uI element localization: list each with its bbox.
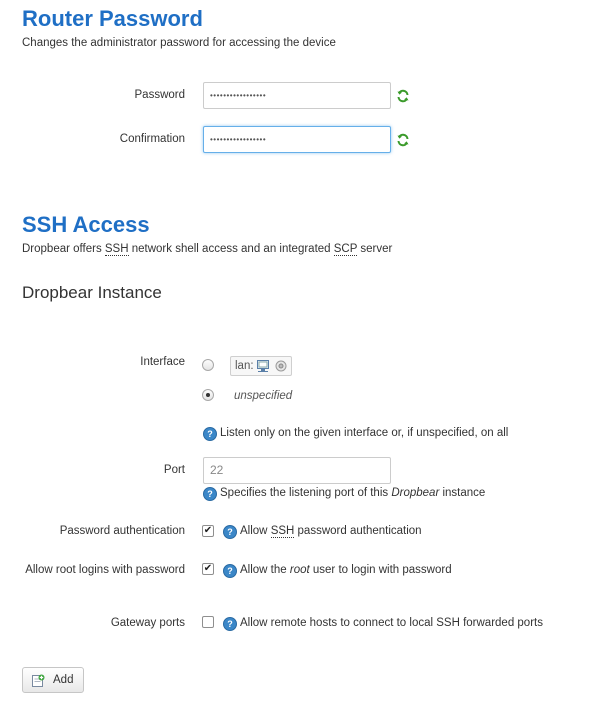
password-auth-ssh-abbr: SSH [270, 525, 295, 538]
password-auth-checkbox[interactable]: ✔ [202, 525, 214, 537]
ssh-access-description: Dropbear offers SSH network shell access… [22, 243, 393, 256]
dropbear-instance-title: Dropbear Instance [22, 283, 162, 302]
add-icon [31, 673, 45, 697]
port-help-text: Specifies the listening port of this Dro… [220, 487, 485, 499]
password-input[interactable]: ••••••••••••••••• [203, 82, 391, 109]
ssh-desc-prefix: Dropbear offers [22, 243, 105, 255]
password-auth-help-suffix: password authentication [294, 525, 422, 537]
password-auth-label: Password authentication [59, 525, 185, 537]
root-login-help-suffix: user to login with password [309, 564, 452, 576]
wireless-icon [275, 360, 287, 378]
gateway-ports-help-text: Allow remote hosts to connect to local S… [240, 617, 543, 629]
password-label: Password [134, 89, 186, 101]
interface-help-text: Listen only on the given interface or, i… [220, 427, 509, 439]
interface-lan-text: lan: [235, 360, 254, 372]
root-login-help-em: root [289, 564, 310, 576]
interface-lan-radio[interactable] [202, 359, 214, 371]
add-button[interactable]: Add [22, 667, 84, 693]
root-login-help-icon: ? [223, 564, 237, 578]
password-reveal-icon[interactable] [396, 89, 410, 103]
gateway-ports-help-icon: ? [223, 617, 237, 631]
root-login-checkbox[interactable]: ✔ [202, 563, 214, 575]
password-auth-help-prefix: Allow [240, 525, 271, 537]
scp-abbr: SCP [333, 243, 358, 256]
interface-help-icon: ? [203, 427, 217, 441]
gateway-ports-checkbox[interactable] [202, 616, 214, 628]
port-help-suffix: instance [439, 487, 486, 499]
root-login-label: Allow root logins with password [25, 564, 185, 576]
network-icon [257, 360, 269, 378]
interface-unspecified-radio[interactable] [202, 389, 214, 401]
confirmation-label: Confirmation [119, 133, 185, 145]
port-help-prefix: Specifies the listening port of this [220, 487, 392, 499]
password-auth-help-text: Allow SSH password authentication [240, 525, 422, 538]
interface-label: Interface [140, 356, 185, 368]
ssh-access-title: SSH Access [22, 212, 150, 237]
confirmation-input[interactable]: ••••••••••••••••• [203, 126, 391, 153]
ssh-desc-suffix: server [357, 243, 393, 255]
interface-unspecified-label: unspecified [234, 390, 293, 402]
port-input[interactable]: 22 [203, 457, 391, 484]
interface-lan-option[interactable]: lan: [230, 356, 292, 376]
add-button-label: Add [53, 674, 74, 686]
port-help-em: Dropbear [391, 487, 440, 499]
gateway-ports-label: Gateway ports [110, 617, 185, 629]
ssh-desc-mid: network shell access and an integrated [128, 243, 334, 255]
port-label: Port [163, 464, 185, 476]
router-password-title: Router Password [22, 6, 203, 31]
root-login-help-prefix: Allow the [240, 564, 290, 576]
port-help-icon: ? [203, 487, 217, 501]
password-auth-help-icon: ? [223, 525, 237, 539]
router-password-description: Changes the administrator password for a… [22, 37, 336, 49]
confirmation-reveal-icon[interactable] [396, 133, 410, 147]
root-login-help-text: Allow the root user to login with passwo… [240, 564, 452, 576]
ssh-abbr: SSH [104, 243, 129, 256]
